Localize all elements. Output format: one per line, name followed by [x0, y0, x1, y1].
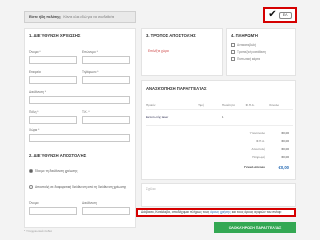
col-qty: Ποσότητα	[221, 103, 235, 107]
city-input[interactable]	[29, 116, 77, 124]
check-icon: ✔	[268, 9, 277, 20]
terms-prefix: Διάβασα, Κατάλαβα, αποδέχομαι πλήρως του…	[141, 210, 211, 214]
radio-icon	[231, 43, 235, 47]
col-price: Τιμή	[198, 103, 204, 107]
total-label: Φ.Π.Α.	[255, 139, 265, 143]
row-qty: 1	[221, 115, 224, 119]
table-row: Εκτυπωτής laser 1	[146, 115, 293, 119]
terms-checkbox-row[interactable]: Διάβασα, Κατάλαβα, αποδέχομαι πλήρως του…	[136, 208, 296, 217]
order-summary-panel: Ανασκόπηση παραγγελίας Προϊόν Τιμή Ποσότ…	[141, 80, 296, 180]
payment-option-1[interactable]: Αντικαταβολή	[231, 43, 256, 47]
grand-total-value: €0,00	[278, 165, 289, 170]
billing-title: 1. Διεύθυνση χρέωσης	[29, 33, 81, 38]
col-product: Προϊόν	[146, 103, 156, 107]
phone-input[interactable]	[82, 76, 130, 84]
row-price	[198, 115, 222, 119]
ship-field-a-input[interactable]	[29, 207, 77, 215]
total-row: Υποσύνολο €0,00	[209, 131, 289, 135]
terms-suffix: και τους όρους αγορών του eshop	[230, 210, 282, 214]
radio-dot-icon	[29, 169, 33, 173]
zip-label: Τ.Κ. *	[82, 110, 90, 114]
other-address-option[interactable]: Αποστολή σε διαφορετική διεύθυνση από τη…	[29, 185, 129, 189]
total-value: €0,00	[281, 131, 289, 135]
zip-input[interactable]	[82, 116, 130, 124]
grand-total-row: Γενικό σύνολο €0,00	[209, 165, 289, 170]
ship-field-b-input[interactable]	[82, 207, 130, 215]
login-link[interactable]: Κάντε κλικ εδώ για να συνδεθείτε	[63, 15, 114, 19]
city-label: Πόλη *	[29, 110, 39, 114]
required-fields-note: * Υποχρεωτικά πεδία	[24, 229, 52, 233]
phone-label: Τηλέφωνο *	[82, 70, 99, 74]
same-address-label: Ίδια με τη διεύθυνση χρέωσης	[35, 169, 78, 173]
divider	[146, 109, 293, 110]
login-banner: Είστε ήδη πελάτης; Κάντε κλικ εδώ για να…	[24, 11, 136, 23]
row-product[interactable]: Εκτυπωτής laser	[146, 115, 198, 119]
last-name-label: Επώνυμο *	[82, 50, 98, 54]
submit-order-button[interactable]: Ολοκλήρωση παραγγελίας	[214, 222, 296, 233]
language-select[interactable]: ΕΛ	[278, 11, 292, 19]
total-label: Αποστολή	[251, 147, 265, 151]
payment-option-3-label: Πιστωτική κάρτα	[237, 57, 261, 61]
radio-icon	[231, 57, 235, 61]
other-address-label: Αποστολή σε διαφορετική διεύθυνση από τη…	[35, 185, 127, 189]
payment-title: 4. Πληρωμή	[231, 33, 258, 38]
language-selector-highlight: ✔ ΕΛ	[263, 7, 297, 23]
col-total: Σύνολο	[269, 103, 279, 107]
billing-panel: 1. Διεύθυνση χρέωσης Όνομα * Επώνυμο * Ε…	[24, 28, 136, 228]
same-address-option[interactable]: Ίδια με τη διεύθυνση χρέωσης	[29, 169, 78, 173]
row-vat	[246, 115, 270, 119]
address-label: Διεύθυνση *	[29, 90, 46, 94]
shipping-address-title: 2. Διεύθυνση αποστολής	[29, 153, 87, 158]
ship-field-a-label: Όνομα	[29, 201, 39, 205]
summary-title: Ανασκόπηση παραγγελίας	[146, 86, 207, 91]
total-value: €0,00	[281, 155, 289, 159]
total-row: Αποστολή €0,00	[209, 147, 289, 151]
payment-option-2[interactable]: Τραπεζική κατάθεση	[231, 50, 266, 54]
payment-option-2-label: Τραπεζική κατάθεση	[237, 50, 266, 54]
summary-table-header: Προϊόν Τιμή Ποσότητα Φ.Π.Α. Σύνολο	[146, 103, 293, 107]
col-vat: Φ.Π.Α.	[245, 103, 255, 107]
payment-option-1-label: Αντικαταβολή	[237, 43, 256, 47]
payment-panel: 4. Πληρωμή Αντικαταβολή Τραπεζική κατάθε…	[226, 28, 296, 76]
first-name-input[interactable]	[29, 56, 77, 64]
country-label: Χώρα *	[29, 128, 40, 132]
radio-icon	[231, 50, 235, 54]
total-row: Πληρωμή €0,00	[209, 155, 289, 159]
address-input[interactable]	[29, 96, 130, 104]
shipping-method-title: 3. Τρόπος αποστολής	[146, 33, 196, 38]
country-select[interactable]	[29, 134, 130, 142]
total-label: Υποσύνολο	[249, 131, 265, 135]
last-name-input[interactable]	[82, 56, 130, 64]
total-label: Πληρωμή	[252, 155, 265, 159]
login-banner-text: Είστε ήδη πελάτης;	[29, 15, 62, 19]
total-value: €0,00	[281, 139, 289, 143]
terms-link[interactable]: όρους χρήσης	[210, 210, 231, 214]
payment-option-3[interactable]: Πιστωτική κάρτα	[231, 57, 260, 61]
row-total	[269, 115, 293, 119]
total-value: €0,00	[281, 147, 289, 151]
divider	[146, 125, 293, 126]
notes-placeholder: Σχόλια	[146, 187, 156, 191]
shipping-method-panel: 3. Τρόπος αποστολής Επιλέξτε χώρα	[141, 28, 223, 76]
ship-field-b-label: Διεύθυνση	[82, 201, 97, 205]
grand-total-label: Γενικό σύνολο	[244, 165, 265, 169]
first-name-label: Όνομα *	[29, 50, 41, 54]
shipping-method-note: Επιλέξτε χώρα	[148, 49, 169, 53]
radio-dot-icon	[29, 185, 33, 189]
company-label: Εταιρεία	[29, 70, 41, 74]
order-notes-textarea[interactable]: Σχόλια	[141, 183, 296, 207]
total-row: Φ.Π.Α. €0,00	[209, 139, 289, 143]
company-input[interactable]	[29, 76, 77, 84]
